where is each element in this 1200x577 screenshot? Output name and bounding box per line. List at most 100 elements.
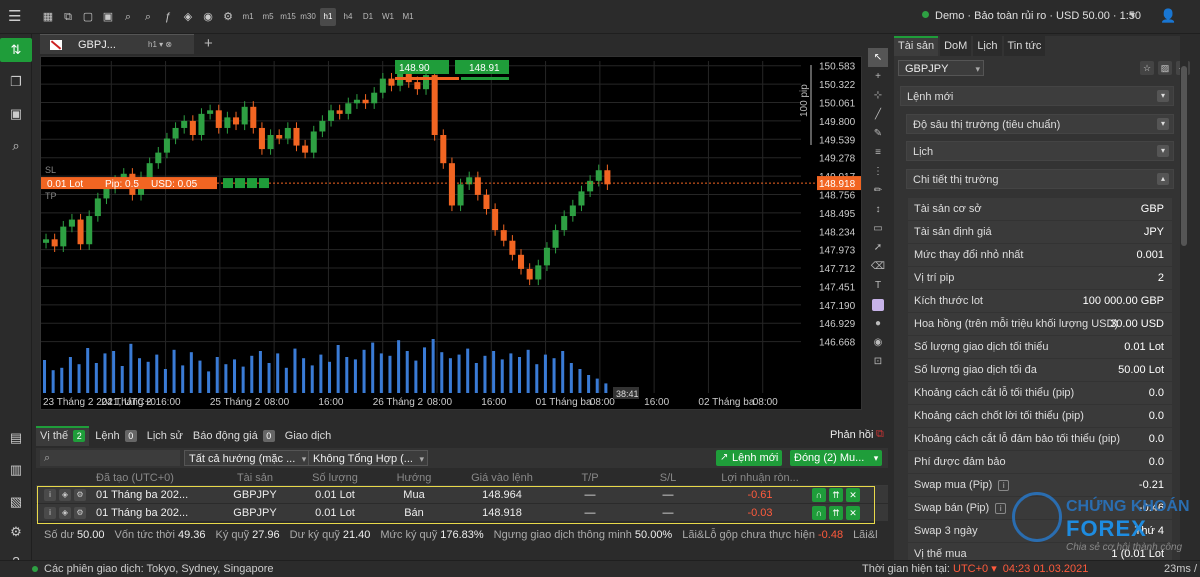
tab-dom[interactable]: DoM xyxy=(940,36,972,56)
tab-transactions[interactable]: Giao dịch xyxy=(280,426,336,446)
detail-label: Số lượng giao dịch tối thiểu xyxy=(914,341,1049,353)
chart-icon[interactable]: ▨ xyxy=(1158,61,1172,75)
timeframe-h1[interactable]: h1 xyxy=(320,8,336,26)
rectangle-icon[interactable]: ▭ xyxy=(868,219,888,238)
add-chart-button[interactable]: + xyxy=(204,35,213,52)
timeframe-m30[interactable]: m30 xyxy=(300,8,316,26)
eye-icon[interactable]: ◉ xyxy=(868,333,888,352)
timeframe-h4[interactable]: h4 xyxy=(340,8,356,26)
robot-icon[interactable]: ▣ xyxy=(4,102,28,126)
circle-icon[interactable]: ● xyxy=(868,314,888,333)
timeframe-w1[interactable]: W1 xyxy=(380,8,396,26)
market-icon[interactable]: ▥ xyxy=(4,458,28,482)
chart-type-icon[interactable]: ▦ xyxy=(40,8,56,26)
volume-bar xyxy=(86,348,90,393)
tab-asset[interactable]: Tài sản xyxy=(894,36,939,56)
star-icon[interactable]: ☆ xyxy=(1140,61,1154,75)
bottom-tabs: Vị thế 2 Lệnh 0 Lịch sử Báo động giá 0 G… xyxy=(36,426,336,446)
col-net-pl[interactable]: Lợi nhuận ròn... xyxy=(708,470,812,485)
layout-split-icon[interactable]: ▣ xyxy=(100,8,116,26)
copy-icon[interactable]: ❐ xyxy=(4,70,28,94)
layers-icon[interactable]: ◈ xyxy=(180,8,196,26)
hamburger-icon[interactable]: ☰ xyxy=(8,8,26,26)
direction-filter[interactable]: Tất cả hướng (mặc ... xyxy=(184,450,311,467)
aggregate-filter[interactable]: Không Tổng Hợp (... xyxy=(308,450,428,467)
col-symbol[interactable]: Tài sản xyxy=(216,470,294,485)
logo-circle-icon xyxy=(1012,492,1062,542)
tab-orders[interactable]: Lệnh 0 xyxy=(91,426,141,446)
fib-icon[interactable]: ⋮ xyxy=(868,162,888,181)
close-positions-button[interactable]: Đóng (2) Mu... xyxy=(790,450,883,466)
chevron-down-icon[interactable]: ▾ xyxy=(1130,10,1135,21)
zoom-icon[interactable]: ⌕ xyxy=(120,8,136,26)
search-input[interactable]: ⌕ xyxy=(40,450,180,466)
pen-icon[interactable]: ✎ xyxy=(868,124,888,143)
color-swatch[interactable] xyxy=(868,295,888,314)
crosshair-plus-icon[interactable]: ⊹ xyxy=(868,86,888,105)
chart-tab-gbpjpy[interactable]: GBPJ... h1 ▾ ⊗ xyxy=(40,34,194,54)
feedback-icon[interactable]: ⧉ xyxy=(876,428,884,441)
tab-price-alerts[interactable]: Báo động giá 0 xyxy=(188,426,279,446)
layout-single-icon[interactable]: ▢ xyxy=(80,8,96,26)
right-scrollbar[interactable] xyxy=(1180,56,1188,556)
chart-canvas[interactable]: 150.583 150.322 150.061 149.800 149.539 149.2… xyxy=(41,57,861,409)
wallet-icon[interactable]: ▧ xyxy=(4,490,28,514)
candle-body xyxy=(345,103,352,114)
price-chart[interactable]: 150.583 150.322 150.061 149.800 149.539 149.2… xyxy=(40,56,862,410)
timeframe-mn1[interactable]: M1 xyxy=(400,8,416,26)
section-new-order[interactable]: Lệnh mới ▾ xyxy=(900,86,1174,106)
compare-icon[interactable]: ⧉ xyxy=(60,8,76,26)
user-icon[interactable]: 👤 xyxy=(1160,8,1176,24)
eye-icon[interactable]: ◉ xyxy=(200,8,216,26)
summary-value: 50.00 xyxy=(77,529,105,541)
timeframe-m1[interactable]: m1 xyxy=(240,8,256,26)
chevron-down-icon[interactable]: ▾ xyxy=(1157,90,1169,102)
section-calendar[interactable]: Lịch ▾ xyxy=(906,141,1174,161)
measure-icon[interactable]: ↕ xyxy=(868,200,888,219)
tab-calendar[interactable]: Lịch xyxy=(973,36,1002,56)
tab-news[interactable]: Tin tức xyxy=(1003,36,1046,56)
new-order-button[interactable]: Lệnh mới xyxy=(716,450,783,466)
col-qty[interactable]: Số lượng xyxy=(294,470,376,485)
search-icon[interactable]: ⌕ xyxy=(4,134,28,158)
crosshair-icon[interactable]: + xyxy=(868,67,888,86)
volume-bar xyxy=(51,370,55,393)
timeframe-m5[interactable]: m5 xyxy=(260,8,276,26)
scrollbar-thumb[interactable] xyxy=(1181,66,1187,246)
col-sl[interactable]: S/L xyxy=(628,470,708,485)
section-market-details[interactable]: Chi tiết thị trường ▴ xyxy=(906,169,1174,189)
cursor-icon[interactable]: ↖ xyxy=(868,48,888,67)
account-selector[interactable]: Demo · Bảo toàn rủi ro · USD 50.00 · 1:5… xyxy=(922,10,1141,22)
tab-history[interactable]: Lịch sử xyxy=(142,426,187,446)
text-icon[interactable]: T xyxy=(868,276,888,295)
text-line-icon[interactable]: ≡ xyxy=(868,143,888,162)
chevron-up-icon[interactable]: ▴ xyxy=(1157,173,1169,185)
summary-value: 21.40 xyxy=(342,529,371,541)
feedback-link[interactable]: Phản hồi xyxy=(830,429,873,441)
trade-icon[interactable]: ⇅ xyxy=(0,38,32,62)
eraser-icon[interactable]: ⌫ xyxy=(868,257,888,276)
indicator-icon[interactable]: ƒ xyxy=(160,8,176,26)
zoom-out-icon[interactable]: ⌕ xyxy=(140,8,156,26)
chevron-down-icon[interactable]: ▾ xyxy=(1157,145,1169,157)
tab-positions[interactable]: Vị thế 2 xyxy=(36,426,90,446)
timeframe-m15[interactable]: m15 xyxy=(280,8,296,26)
pencil-icon[interactable]: ✏ xyxy=(868,181,888,200)
lock-icon[interactable]: ⊡ xyxy=(868,352,888,371)
chart-tab-timeframe[interactable]: h1 ▾ ⊗ xyxy=(148,40,172,49)
briefcase-icon[interactable]: ▤ xyxy=(4,426,28,450)
chevron-down-icon[interactable]: ▾ xyxy=(1157,118,1169,130)
section-market-depth[interactable]: Độ sâu thị trường (tiêu chuẩn) ▾ xyxy=(906,114,1174,134)
col-created[interactable]: Đã tạo (UTC+0) xyxy=(96,470,216,485)
candle-body xyxy=(310,131,317,153)
col-tp[interactable]: T/P xyxy=(552,470,628,485)
timeframe-d1[interactable]: D1 xyxy=(360,8,376,26)
settings-icon[interactable]: ⚙ xyxy=(220,8,236,26)
symbol-select[interactable]: GBPJPY xyxy=(898,60,984,77)
gear-icon[interactable]: ⚙ xyxy=(4,520,28,544)
line-icon[interactable]: ╱ xyxy=(868,105,888,124)
arrow-icon[interactable]: ➚ xyxy=(868,238,888,257)
col-side[interactable]: Hướng xyxy=(376,470,452,485)
timezone-select[interactable]: UTC+0 ▾ xyxy=(953,563,997,575)
col-entry-price[interactable]: Giá vào lệnh xyxy=(452,470,552,485)
